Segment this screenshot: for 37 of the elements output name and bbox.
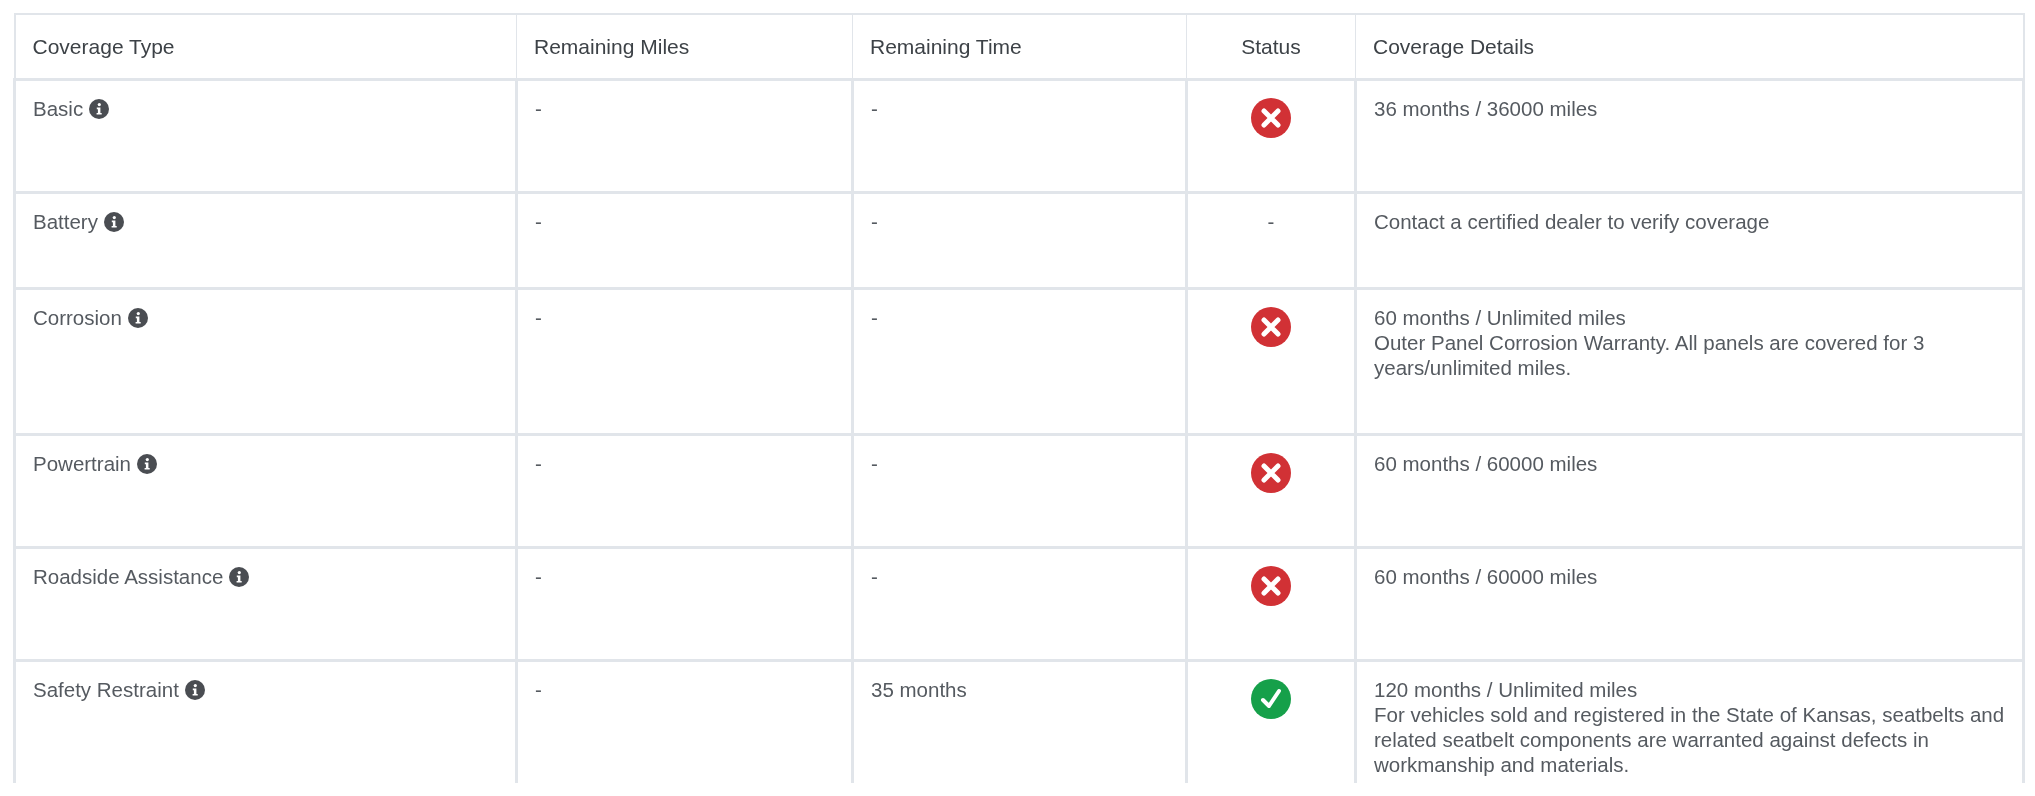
coverage-type: Corrosion (33, 305, 122, 330)
column-header: Status (1186, 14, 1356, 80)
info-icon[interactable] (184, 679, 205, 700)
remaining-miles: - (535, 210, 542, 233)
coverage-details-text: For vehicles sold and registered in the State of Kansas, seatbelts and related seatbelt components are warranted against defects in workmanship and materials. (1374, 702, 2005, 777)
remaining-time: - (871, 565, 878, 588)
info-icon[interactable] (127, 307, 148, 328)
coverage-details-text: 60 months / 60000 miles (1374, 451, 1599, 476)
coverage-type: Safety Restraint (33, 677, 179, 702)
remaining-time: - (871, 97, 878, 120)
coverage-details-text: 120 months / Unlimited miles (1374, 677, 1639, 702)
remaining-time: - (871, 452, 878, 475)
coverage-details-text: 60 months / Unlimited miles (1374, 305, 1627, 330)
info-icon[interactable] (137, 453, 157, 474)
info-icon[interactable] (229, 566, 250, 587)
remaining-miles: - (535, 306, 542, 329)
remaining-miles: - (535, 452, 542, 475)
coverage-details-text: Outer Panel Corrosion Warranty. All panels are covered for 3 years/unlimited miles. (1374, 330, 1926, 380)
coverage-details-text: 60 months / 60000 miles (1374, 564, 1599, 589)
remaining-time: - (871, 306, 878, 329)
coverage-type: Powertrain (33, 451, 131, 476)
remaining-miles: - (535, 565, 542, 588)
column-header: Remaining Miles (516, 14, 853, 80)
status-text: - (1267, 210, 1275, 233)
coverage-type: Battery (33, 209, 98, 234)
coverage-type: Basic (33, 96, 84, 121)
remaining-miles: - (535, 97, 542, 120)
coverage-details-text: Contact a certified dealer to verify coverage (1374, 209, 1771, 234)
info-icon[interactable] (103, 211, 124, 232)
column-header: Remaining Time (852, 14, 1187, 80)
coverage-details-text: 36 months / 36000 miles (1374, 96, 1599, 121)
coverage-type: Roadside Assistance (33, 564, 224, 589)
column-header: Coverage Type (14, 14, 517, 80)
remaining-time: - (871, 210, 878, 233)
remaining-time: 35 months (871, 678, 967, 701)
info-icon[interactable] (89, 98, 110, 119)
remaining-miles: - (535, 678, 542, 701)
